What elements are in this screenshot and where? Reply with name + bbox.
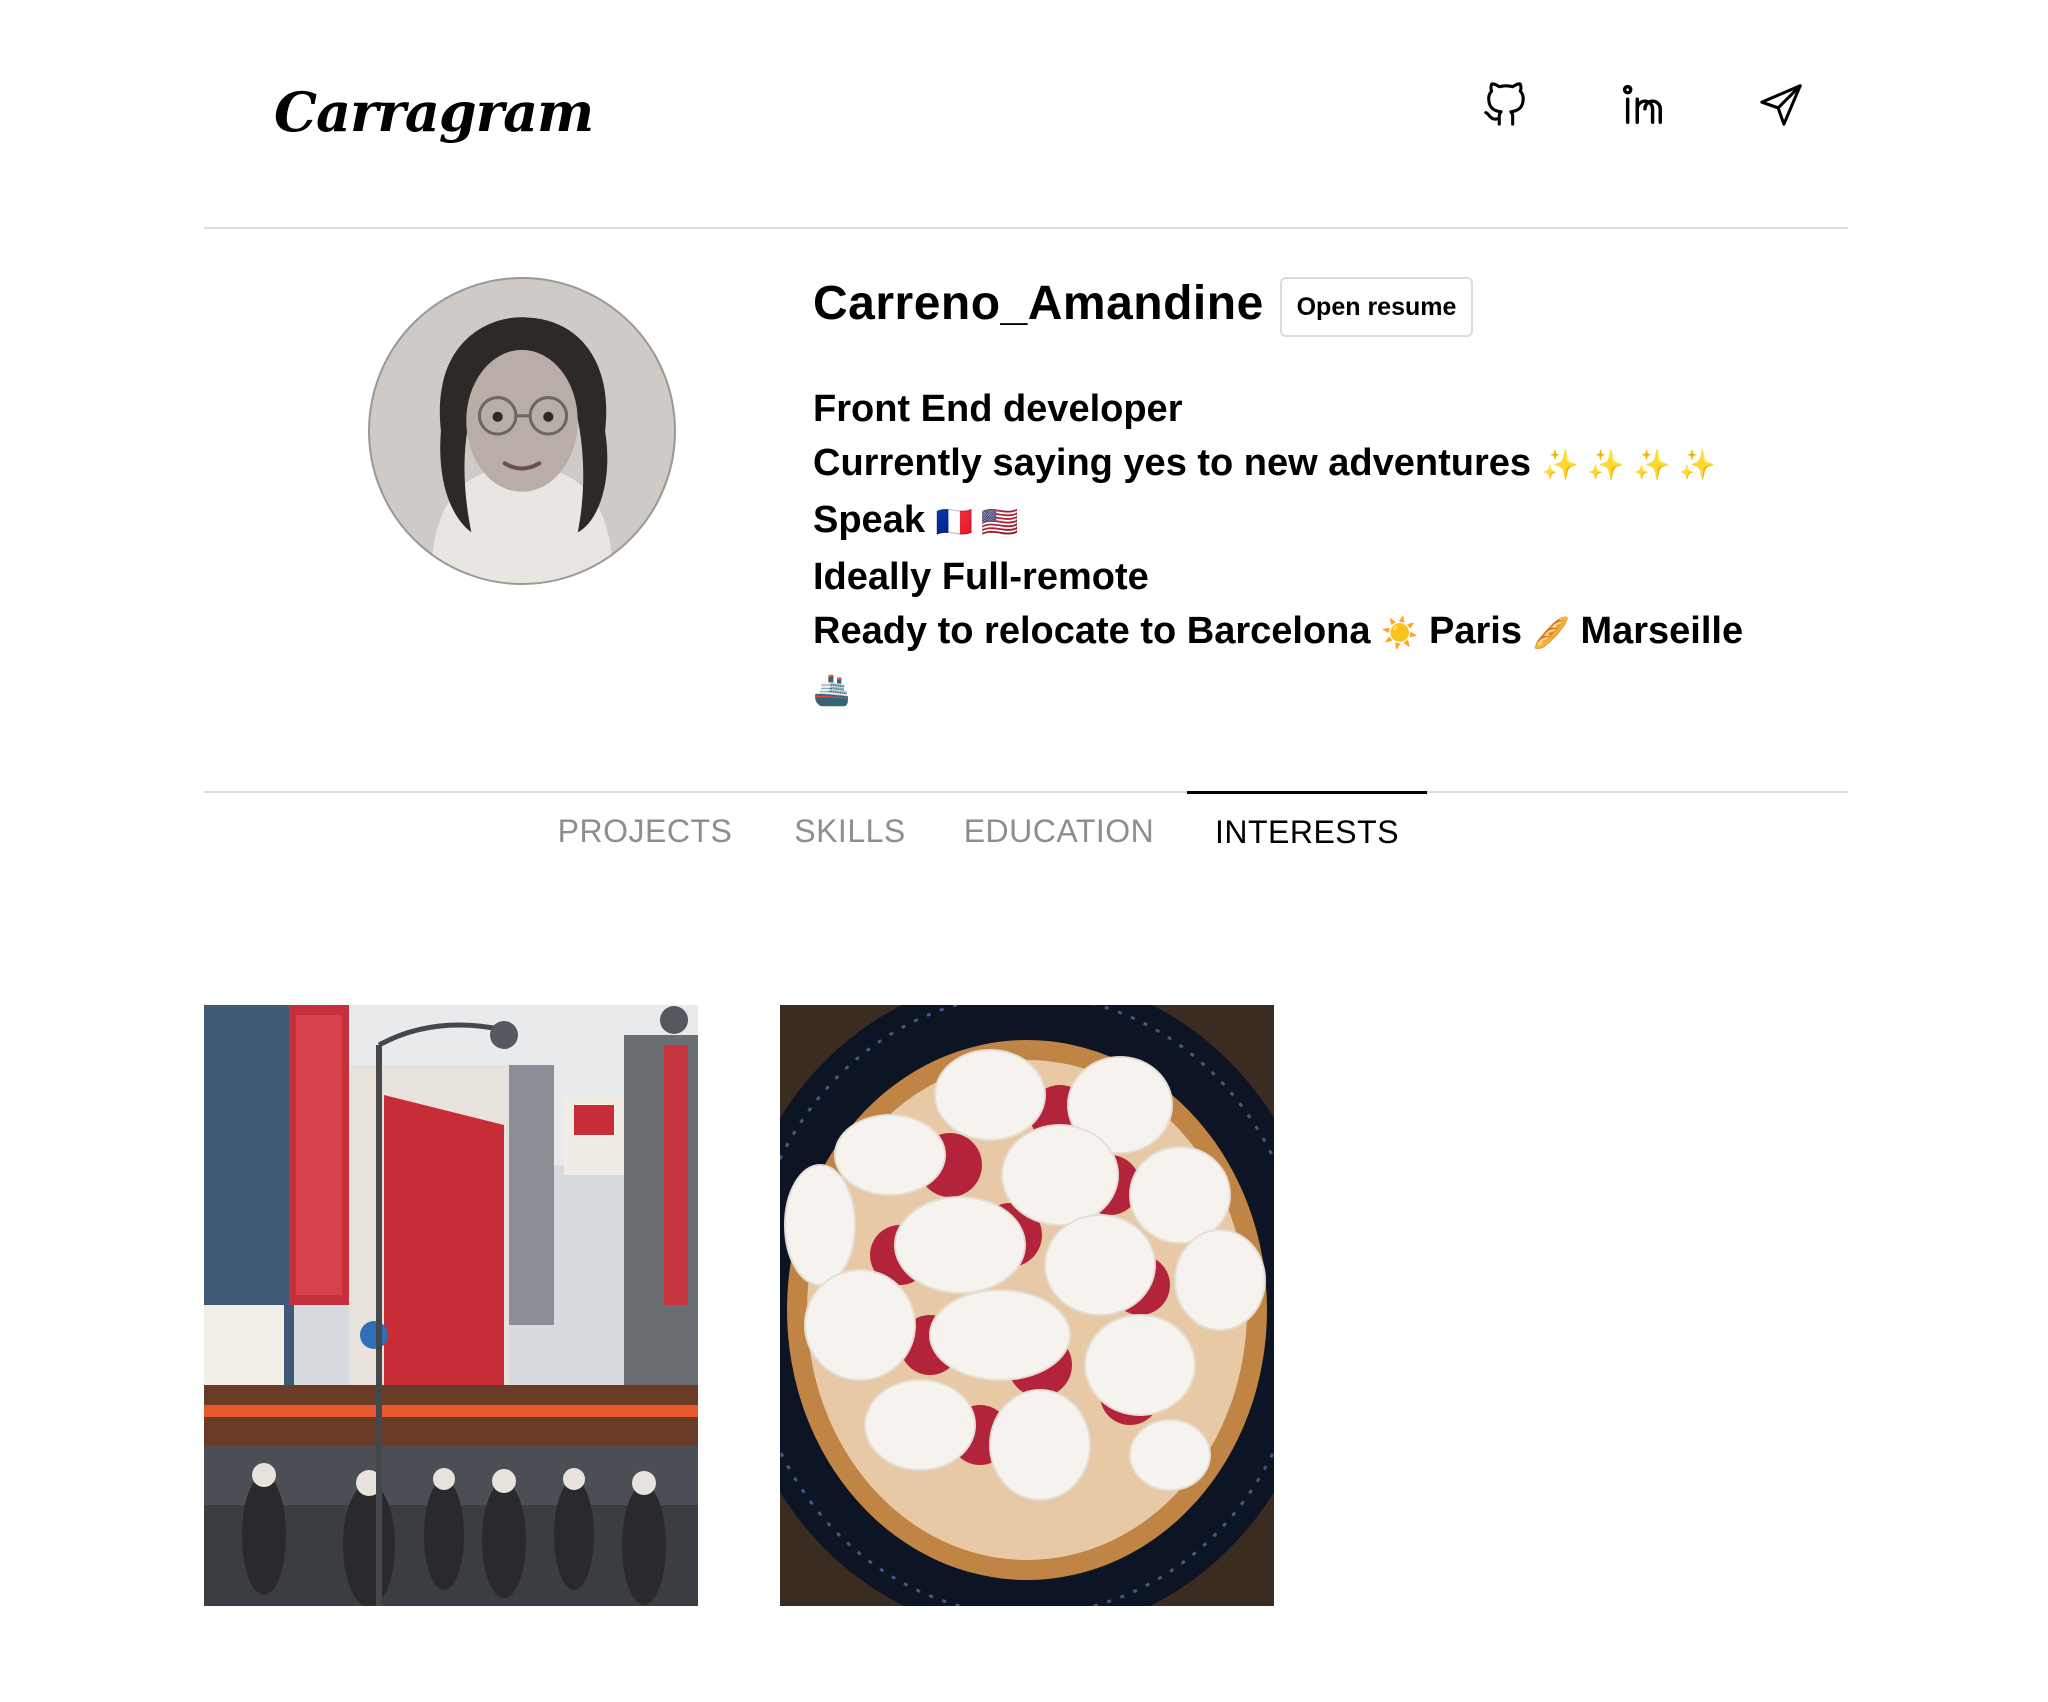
send-icon[interactable] <box>1758 82 1804 128</box>
bio-line: Currently saying yes to new adventures ✨… <box>813 436 1813 493</box>
bio-adventures: Currently saying yes to new adventures <box>813 442 1532 484</box>
avatar-portrait <box>370 279 674 583</box>
interest-photo-cake[interactable] <box>780 1005 1274 1606</box>
baguette-emoji: 🥖 <box>1532 617 1570 650</box>
ship-emoji: 🚢 <box>813 674 851 707</box>
social-nav <box>1482 82 1804 128</box>
top-header: Carragram <box>204 0 1848 229</box>
profile-tabs: PROJECTS SKILLS EDUCATION INTERESTS <box>0 791 2048 871</box>
bio-city-marseille: Marseille <box>1580 610 1744 652</box>
flags-emoji: 🇫🇷 🇺🇸 <box>935 506 1019 539</box>
bio-city-paris: Paris <box>1429 610 1522 652</box>
profile-bio: Front End developer Currently saying yes… <box>813 382 1813 718</box>
logo[interactable]: Carragram <box>274 80 594 144</box>
avatar <box>368 277 676 585</box>
linkedin-icon[interactable] <box>1620 82 1666 128</box>
sun-emoji: ☀️ <box>1381 617 1419 650</box>
bio-line: Ideally Full-remote <box>813 550 1813 604</box>
tab-education[interactable]: EDUCATION <box>962 791 1156 871</box>
tab-skills[interactable]: SKILLS <box>790 791 910 871</box>
bio-role: Front End developer <box>813 388 1183 430</box>
bio-line: Front End developer <box>813 382 1813 436</box>
bio-line: 🚢 <box>813 661 1813 718</box>
open-resume-button[interactable]: Open resume <box>1280 277 1473 337</box>
github-icon[interactable] <box>1482 82 1528 128</box>
bio-line: Speak 🇫🇷 🇺🇸 <box>813 493 1813 550</box>
bio-line: Ready to relocate to Barcelona ☀️ Paris … <box>813 604 1813 661</box>
profile-username: Carreno_Amandine <box>813 277 1264 330</box>
bio-remote: Ideally Full-remote <box>813 556 1149 598</box>
tab-interests[interactable]: INTERESTS <box>1187 791 1427 871</box>
bio-relocate: Ready to relocate to Barcelona <box>813 610 1371 652</box>
tab-projects[interactable]: PROJECTS <box>558 791 732 871</box>
profile-page: Carragram Carreno_Amandine Open resume F… <box>0 0 2048 1702</box>
bio-languages: Speak <box>813 499 925 541</box>
interest-photo-street[interactable] <box>204 1005 698 1606</box>
sparkles-emoji: ✨ ✨ ✨ ✨ <box>1541 449 1716 482</box>
